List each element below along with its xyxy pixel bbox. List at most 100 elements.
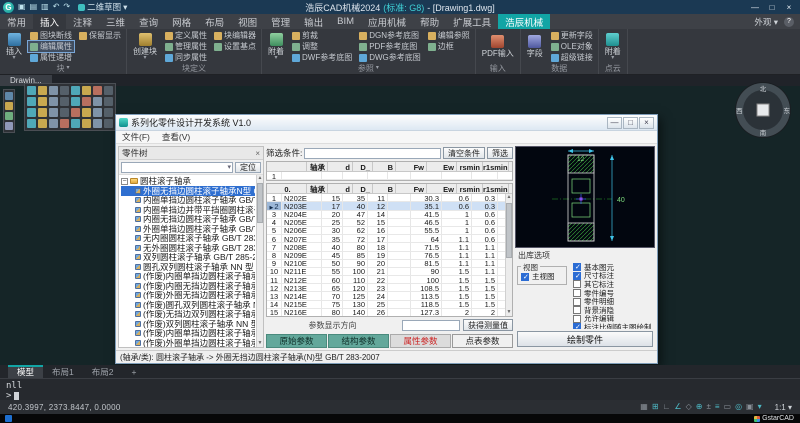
dialog-menu-item[interactable]: 查看(V) (156, 131, 196, 143)
tree-item[interactable]: (作废)圆孔双列圆柱滚子轴承 NN 型 (121, 300, 255, 310)
tree-item[interactable]: (作废)外圈无挡边圆柱滚子轴承 (121, 291, 255, 301)
table-column-header[interactable]: r1smin (483, 184, 509, 193)
tool-icon[interactable] (60, 108, 69, 117)
ribbon-button[interactable]: OLE对象 (549, 41, 595, 52)
table-row[interactable]: 1 (267, 172, 512, 180)
tree-item[interactable]: 无内圈圆柱滚子轴承 GB/T 283-2007 (121, 234, 255, 244)
object-tracking-icon[interactable]: ⊕ (696, 402, 703, 412)
table-column-header[interactable]: Fw (396, 184, 427, 193)
table-row[interactable]: 10N211E5510021901.51.1 (267, 268, 512, 276)
ribbon-group-label[interactable]: 数据 (524, 63, 595, 74)
table-column-header[interactable]: d (328, 184, 353, 193)
filter-input[interactable] (304, 148, 441, 159)
taskbar-app-icon[interactable] (5, 415, 12, 422)
ribbon-button[interactable]: 管理属性 (163, 41, 209, 52)
tool-icon[interactable] (104, 108, 113, 117)
tool-icon[interactable] (82, 108, 91, 117)
tool-icon[interactable] (82, 97, 91, 106)
ribbon-tab[interactable]: 布局 (198, 14, 231, 29)
tree-search-combo[interactable]: ▾ (121, 162, 233, 173)
output-option-checkbox[interactable]: 基本图元 (573, 263, 653, 272)
ribbon-button[interactable]: 更新字段 (549, 30, 595, 41)
table-row[interactable]: 9N210E50902081.51.11.1 (267, 260, 512, 268)
tree-item[interactable]: (作废)双列圆柱滚子轴承 NN 型 (121, 319, 255, 329)
tool-icon[interactable] (49, 97, 58, 106)
tool-icon[interactable] (5, 102, 13, 110)
dynamic-input-icon[interactable]: ± (706, 402, 710, 412)
selection-cycling-icon[interactable]: ◎ (735, 402, 742, 412)
filter-button[interactable]: 筛选 (487, 147, 513, 159)
table-row[interactable]: 2N203E17401235.10.60.3 (267, 202, 512, 210)
locate-button[interactable]: 定位 (235, 162, 261, 173)
tool-icon[interactable] (38, 97, 47, 106)
workspace-switch-icon[interactable]: ▾ (758, 402, 762, 412)
ribbon-tab[interactable]: 查询 (132, 14, 165, 29)
pdf-import-button[interactable]: PDF输入 (479, 30, 517, 63)
scrollbar-thumb[interactable] (257, 183, 263, 223)
tool-icon[interactable] (104, 119, 113, 128)
filter-row-values[interactable]: 1 (267, 172, 512, 180)
tree-scrollbar[interactable] (256, 175, 263, 347)
create-block-button[interactable]: 创建块▾ (130, 30, 160, 63)
save-icon[interactable]: ▣ (18, 2, 26, 12)
tool-icon[interactable] (93, 119, 102, 128)
help-icon[interactable]: ? (784, 17, 794, 27)
output-option-checkbox[interactable]: 背景消隐 (573, 306, 653, 315)
bearing-table[interactable]: 0.轴承dD_BFwEwrsminr1smin 1N202E15351130.3… (266, 183, 513, 317)
tree-item[interactable]: 内圈无挡边圆柱滚子轴承 GB/T 283-2007 (121, 215, 255, 225)
tree-item[interactable]: 无外圈圆柱滚子轴承 GB/T 283-2007 (121, 243, 255, 253)
ribbon-tab[interactable]: 应用机械 (361, 14, 413, 29)
dialog-maximize-button[interactable]: □ (623, 117, 638, 129)
table-row[interactable]: 14N215E7513025118.51.51.5 (267, 301, 512, 309)
ribbon-tab[interactable]: 插入 (33, 14, 66, 29)
ribbon-button[interactable]: 编辑属性 (28, 41, 74, 52)
ribbon-button[interactable]: 编辑参照 (426, 30, 472, 41)
get-measure-button[interactable]: 获得测量值 (463, 319, 513, 331)
tool-icon[interactable] (38, 108, 47, 117)
ribbon-button[interactable]: 超级链接 (549, 52, 595, 63)
ortho-icon[interactable]: ∟ (663, 402, 671, 412)
tool-icon[interactable] (5, 122, 13, 130)
table-row[interactable]: 6N207E357217641.10.6 (267, 235, 512, 243)
tree-root-node[interactable]: 圆柱滚子轴承 (121, 176, 255, 186)
tree-item[interactable]: (作废)内圈单挡边圆柱滚子轴承 (121, 272, 255, 282)
tool-icon[interactable] (5, 92, 13, 100)
tool-icon[interactable] (27, 119, 36, 128)
app-logo-icon[interactable]: G (3, 2, 14, 13)
tool-icon[interactable] (49, 108, 58, 117)
ribbon-tab[interactable]: 帮助 (413, 14, 446, 29)
tree-item[interactable]: (作废)内圈单挡边圆柱滚子轴承 (121, 329, 255, 339)
scroll-down-icon[interactable] (506, 309, 512, 316)
pointcloud-attach-button[interactable]: 附着▾ (602, 30, 624, 63)
undo-icon[interactable]: ↶ (53, 2, 60, 12)
maximize-button[interactable]: □ (764, 1, 780, 13)
tree-item[interactable]: 圆孔双列圆柱滚子轴承 NN 型 GB/T 285 (121, 262, 255, 272)
tree-item[interactable]: 内圈单挡边圆柱滚子轴承 GB/T 283-2007 (121, 196, 255, 206)
tool-icon[interactable] (27, 97, 36, 106)
ribbon-button[interactable]: 边框 (426, 41, 472, 52)
open-icon[interactable]: ▤ (30, 2, 38, 12)
ribbon-button[interactable]: 剪裁 (290, 30, 354, 41)
panel-close-icon[interactable]: × (255, 149, 260, 158)
param-tab[interactable]: 点表参数 (452, 334, 513, 348)
output-option-checkbox[interactable]: 零件明细 (573, 297, 653, 306)
lineweight-icon[interactable]: ≡ (715, 402, 720, 412)
tree-item[interactable]: 内圈单挡边并带平挡圈圆柱滚子轴承 GB/T 283 (121, 205, 255, 215)
redo-icon[interactable]: ↷ (63, 2, 70, 12)
table-row[interactable]: 1N202E15351130.30.60.3 (267, 194, 512, 202)
polar-tracking-icon[interactable]: ∠ (674, 402, 681, 412)
ribbon-tab[interactable]: 管理 (264, 14, 297, 29)
output-option-checkbox[interactable]: 尺寸标注 (573, 272, 653, 281)
tool-icon[interactable] (49, 86, 58, 95)
tool-icon[interactable] (49, 119, 58, 128)
scrollbar-thumb[interactable] (506, 203, 512, 258)
print-icon[interactable]: ▥ (41, 2, 49, 12)
tool-icon[interactable] (60, 119, 69, 128)
tool-icon[interactable] (82, 119, 91, 128)
ribbon-button[interactable]: 图块断线 (28, 30, 74, 41)
snap-icon[interactable]: ⊞ (652, 402, 659, 412)
tool-icon[interactable] (60, 97, 69, 106)
ribbon-tab[interactable]: 输出 (297, 14, 330, 29)
main-view-checkbox[interactable]: 主视图 (521, 272, 563, 281)
insert-block-button[interactable]: 插入▾ (3, 30, 25, 63)
